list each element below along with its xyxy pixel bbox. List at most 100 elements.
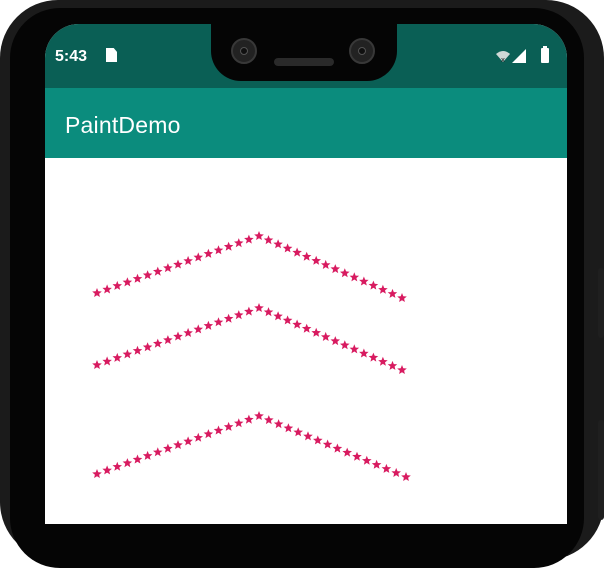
star-mark-icon [142,270,153,280]
star-mark-icon [193,432,203,442]
star-mark-icon [244,306,254,316]
star-mark-icon [132,273,143,283]
star-mark-icon [292,319,302,329]
paint-canvas[interactable] [45,158,567,524]
star-mark-icon [349,272,360,282]
star-mark-icon [153,338,163,348]
star-mark-icon [283,423,294,433]
volume-button [598,420,604,520]
star-mark-icon [340,268,350,278]
star-mark-icon [193,324,203,334]
star-mark-icon [163,335,173,345]
app-toolbar: PaintDemo [45,88,567,158]
phone-screen: 5:43 x PaintDemo [45,24,567,524]
status-bar: 5:43 x [45,24,567,88]
star-mark-icon [378,356,388,366]
star-mark-icon [368,352,379,362]
star-mark-icon [332,443,343,453]
star-mark-icon [401,472,411,481]
star-mark-icon [378,284,388,294]
star-mark-icon [173,440,183,449]
star-mark-icon [254,231,264,240]
star-mark-icon [322,439,333,449]
front-sensor-icon [349,38,375,64]
star-mark-icon [273,419,284,429]
star-mark-icon [173,259,183,269]
star-mark-icon [263,235,274,245]
star-mark-icon [142,450,153,460]
star-mark-icon [371,459,382,469]
star-mark-icon [234,310,244,320]
star-mark-icon [112,280,122,290]
star-mark-icon [92,288,102,297]
star-mark-icon [153,266,163,276]
star-mark-icon [122,458,133,468]
star-mark-icon [311,327,321,337]
star-mark-icon [102,356,112,366]
star-mark-icon [321,259,331,269]
star-mark-icon [183,327,193,337]
star-mark-icon [359,348,369,358]
star-mark-icon [264,415,274,425]
star-mark-icon [132,454,143,464]
wifi-icon: x [496,51,510,63]
star-mark-icon [397,293,407,302]
star-mark-icon [142,342,153,352]
star-mark-icon [223,241,234,251]
star-mark-icon [163,443,173,453]
star-mark-icon [282,315,293,325]
star-mark-icon [387,288,398,298]
star-path-drawing [92,231,411,481]
battery-icon [541,46,549,63]
upper-star-path [92,231,407,302]
star-mark-icon [330,336,340,346]
star-mark-icon [311,255,321,265]
star-mark-icon [102,465,112,475]
lower-star-path [92,411,411,481]
star-mark-icon [132,345,143,355]
star-mark-icon [273,311,283,321]
middle-star-path [92,303,407,374]
star-mark-icon [234,238,244,248]
star-mark-icon [293,427,303,437]
signal-icon [512,49,526,63]
star-mark-icon [173,331,183,341]
star-mark-icon [122,277,133,287]
star-mark-icon [254,303,264,312]
star-mark-icon [381,463,392,473]
star-mark-icon [359,276,369,286]
star-mark-icon [213,317,224,327]
star-mark-icon [213,425,224,435]
star-mark-icon [244,414,254,424]
star-mark-icon [263,307,274,317]
star-mark-icon [349,344,360,354]
star-mark-icon [92,469,102,478]
star-mark-icon [313,435,323,445]
star-mark-icon [301,251,312,261]
star-mark-icon [234,418,244,428]
star-mark-icon [397,365,407,374]
star-mark-icon [203,248,214,258]
earpiece-speaker [274,58,334,66]
star-mark-icon [342,447,352,457]
star-mark-icon [282,243,293,253]
star-mark-icon [391,467,401,477]
star-mark-icon [368,280,379,290]
star-mark-icon [112,461,122,471]
star-mark-icon [213,245,224,255]
svg-text:x: x [501,56,505,63]
star-mark-icon [362,455,372,465]
star-mark-icon [273,239,283,249]
star-mark-icon [92,360,102,369]
star-mark-icon [223,421,234,431]
star-mark-icon [183,255,193,265]
camera-notch [211,24,397,81]
star-mark-icon [352,451,362,461]
star-mark-icon [292,247,302,257]
star-mark-icon [254,411,264,420]
star-mark-icon [203,429,214,439]
star-mark-icon [301,323,312,333]
power-button [598,268,604,338]
star-mark-icon [340,340,350,350]
star-mark-icon [330,264,340,274]
